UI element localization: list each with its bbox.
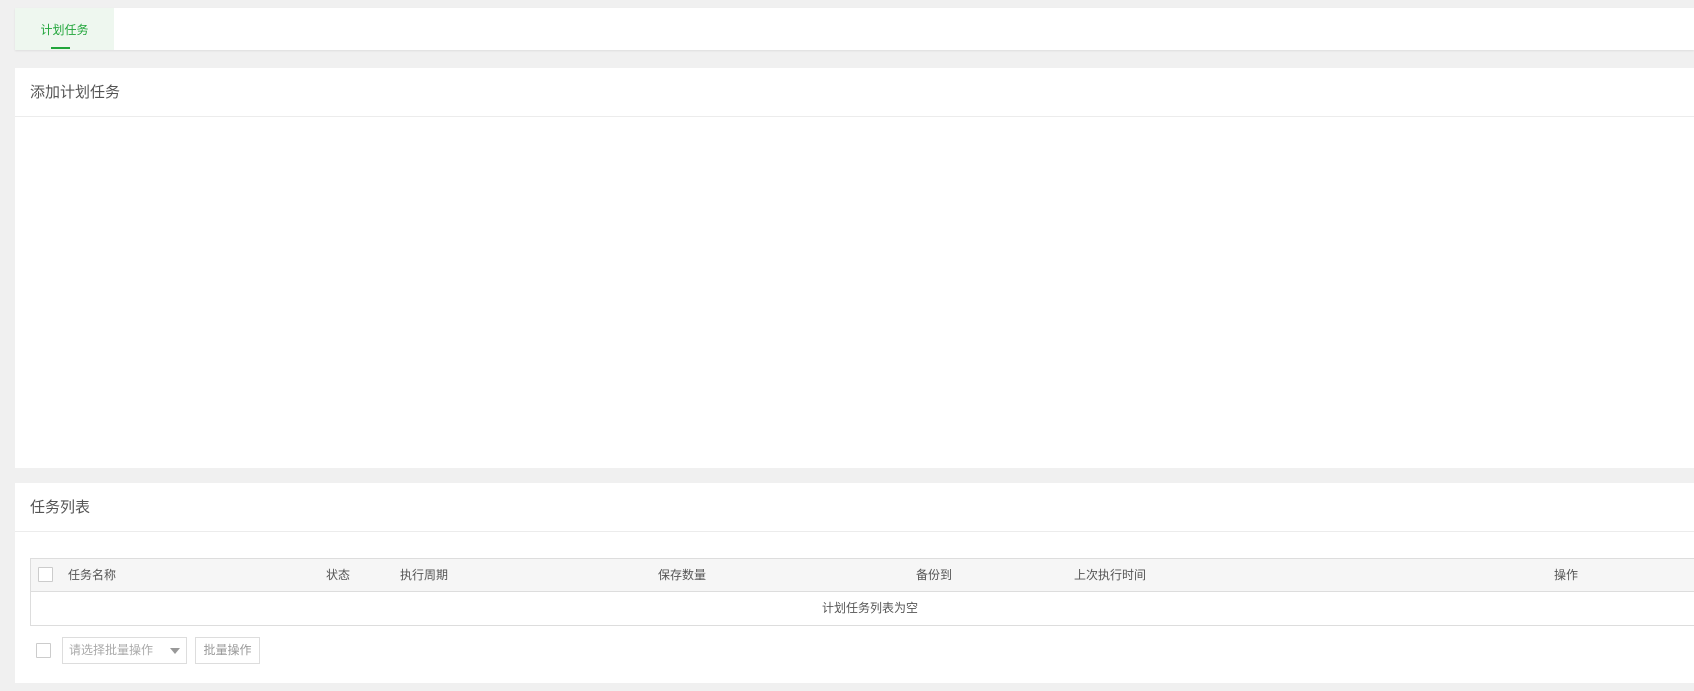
batch-bar: 请选择批量操作 批量操作 (30, 637, 430, 664)
batch-operation-button[interactable]: 批量操作 (195, 637, 260, 664)
column-header-backup-to[interactable]: 备份到 (916, 559, 952, 592)
tab-bar: 计划任务 (15, 8, 1694, 50)
column-header-cycle[interactable]: 执行周期 (400, 559, 448, 592)
task-list-panel-title: 任务列表 (15, 483, 1694, 532)
add-task-panel: 添加计划任务 (15, 68, 1694, 468)
task-list-panel: 任务列表 任务名称 状态 执行周期 保存数量 备份到 上次执行时间 操作 计划任… (15, 483, 1694, 683)
select-all-checkbox[interactable] (38, 567, 53, 582)
tab-scheduled-tasks[interactable]: 计划任务 (15, 8, 114, 50)
column-header-task-name[interactable]: 任务名称 (68, 559, 116, 592)
batch-operation-select[interactable]: 请选择批量操作 (62, 637, 187, 664)
column-header-save-count[interactable]: 保存数量 (658, 559, 706, 592)
column-header-last-run[interactable]: 上次执行时间 (1074, 559, 1146, 592)
batch-select-placeholder: 请选择批量操作 (69, 643, 154, 657)
active-tab-indicator (51, 47, 70, 49)
table-header: 任务名称 状态 执行周期 保存数量 备份到 上次执行时间 操作 (31, 559, 1694, 592)
batch-select-all-checkbox[interactable] (36, 643, 51, 658)
table-empty-message: 计划任务列表为空 (821, 601, 918, 615)
caret-down-icon (170, 648, 180, 654)
task-table: 任务名称 状态 执行周期 保存数量 备份到 上次执行时间 操作 计划任务列表为空 (30, 558, 1694, 626)
column-header-actions: 操作 (1554, 568, 1579, 582)
column-header-status[interactable]: 状态 (326, 559, 350, 592)
add-task-panel-title: 添加计划任务 (15, 68, 1694, 117)
tab-label: 计划任务 (40, 22, 89, 37)
